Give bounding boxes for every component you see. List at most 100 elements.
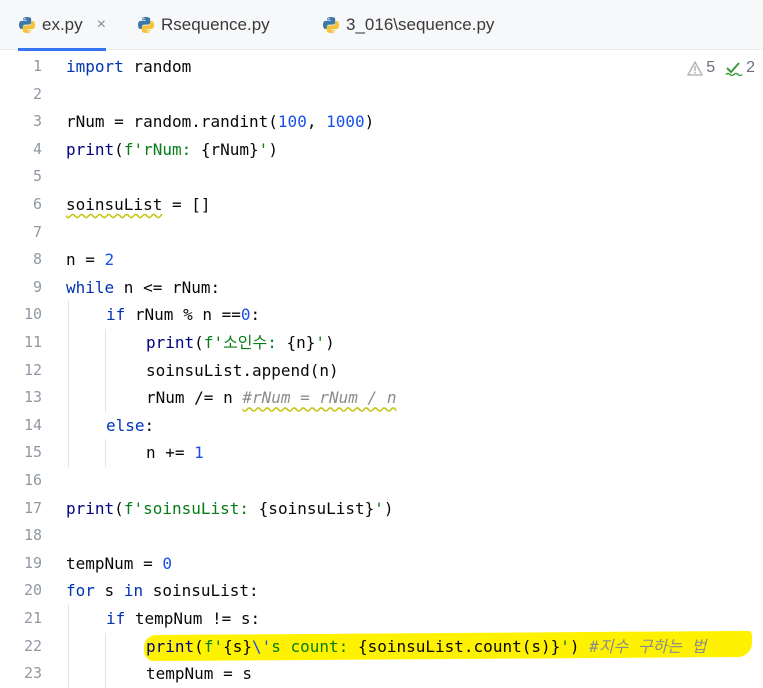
code-token: #지수 구하는 법 bbox=[589, 636, 707, 656]
tab-label: Rsequence.py bbox=[161, 15, 270, 34]
code-token: for bbox=[66, 581, 95, 601]
indent-guide bbox=[105, 329, 106, 412]
code-token: rNum = random.randint( bbox=[66, 112, 278, 132]
code-token: rNum % n == bbox=[125, 305, 241, 325]
code-token: print bbox=[146, 636, 195, 656]
line-number: 6 bbox=[32, 195, 42, 213]
code-line[interactable]: rNum = random.randint(100, 1000) bbox=[66, 108, 374, 136]
line-number-gutter: 1 2 3 4 5 6 7 8 9 10 11 12 13 14 15 16 17 18 19 20 21 22 23 bbox=[0, 51, 52, 682]
close-tab-icon[interactable]: × bbox=[97, 16, 106, 34]
tab-label: ex.py bbox=[42, 15, 83, 34]
code-token: ( bbox=[114, 139, 124, 159]
code-line[interactable]: import random bbox=[66, 53, 191, 81]
code-token: 2 bbox=[104, 250, 115, 270]
code-token: {rNum} bbox=[200, 139, 259, 159]
code-token: n = bbox=[66, 250, 105, 270]
line-number: 21 bbox=[23, 609, 42, 627]
code-token: soinsuList bbox=[66, 195, 163, 214]
python-icon bbox=[323, 17, 339, 33]
code-token: ' bbox=[258, 139, 269, 159]
code-token: in bbox=[123, 581, 144, 601]
line-number: 23 bbox=[23, 664, 42, 683]
code-token: else bbox=[106, 415, 145, 435]
line-number: 11 bbox=[23, 333, 42, 351]
line-number: 1 bbox=[32, 57, 42, 75]
code-token: {s} bbox=[223, 636, 252, 656]
code-token: tempNum = s bbox=[146, 664, 252, 684]
code-line[interactable]: rNum /= n #rNum = rNum / n bbox=[146, 384, 396, 412]
code-token: ' bbox=[315, 333, 326, 352]
code-token: n <= rNum: bbox=[114, 277, 221, 297]
code-token: : bbox=[144, 415, 155, 435]
code-token: ) bbox=[325, 333, 335, 352]
line-number: 22 bbox=[23, 636, 42, 655]
code-token: ) bbox=[268, 139, 278, 159]
code-token: f'soinsuList: bbox=[123, 498, 259, 518]
code-token: print bbox=[66, 139, 115, 159]
code-line[interactable]: tempNum = 0 bbox=[66, 550, 172, 578]
code-token: s count: bbox=[271, 636, 358, 656]
code-token: tempNum = bbox=[66, 553, 163, 573]
code-token: random bbox=[123, 57, 192, 76]
line-number: 18 bbox=[23, 526, 42, 545]
code-token: #rNum = rNum / n bbox=[242, 388, 397, 408]
line-number: 4 bbox=[32, 139, 42, 158]
code-token: {soinsuList} bbox=[258, 498, 375, 518]
code-token: {soinsuList.count(s)} bbox=[357, 636, 561, 656]
tab-label: 3_016\sequence.py bbox=[346, 15, 495, 34]
code-line[interactable]: else: bbox=[106, 412, 154, 440]
code-line[interactable]: print(f'rNum: {rNum}') bbox=[66, 136, 278, 164]
code-token: ) bbox=[569, 636, 590, 656]
code-token: f'소인수: bbox=[203, 333, 287, 352]
line-number: 20 bbox=[23, 581, 42, 600]
code-line[interactable]: if tempNum != s: bbox=[106, 605, 260, 633]
tab-rsequence-py[interactable]: Rsequence.py bbox=[137, 0, 270, 50]
code-token: s bbox=[94, 581, 124, 601]
line-number: 8 bbox=[32, 250, 42, 269]
code-line[interactable]: soinsuList.append(n) bbox=[146, 357, 339, 385]
code-token: 1000 bbox=[326, 112, 365, 132]
line-number: 17 bbox=[23, 498, 42, 517]
code-line[interactable]: n = 2 bbox=[66, 246, 114, 274]
code-token: 0 bbox=[162, 553, 172, 573]
line-number: 9 bbox=[32, 277, 42, 296]
code-token: rNum /= n bbox=[146, 388, 243, 408]
code-token: \' bbox=[251, 636, 272, 656]
code-token: ) bbox=[364, 112, 375, 132]
code-token: 100 bbox=[277, 112, 307, 132]
line-number: 5 bbox=[32, 167, 42, 186]
code-token: ' bbox=[560, 636, 570, 656]
code-editor[interactable]: import random rNum = random.randint(100, … bbox=[66, 51, 763, 688]
code-line[interactable]: soinsuList = [] bbox=[66, 191, 211, 219]
code-token: tempNum != s: bbox=[125, 609, 261, 628]
code-token: print bbox=[146, 333, 195, 352]
code-line[interactable]: print(f'소인수: {n}') bbox=[146, 329, 335, 357]
code-token: ' bbox=[374, 498, 384, 518]
code-token: f'rNum: bbox=[123, 139, 201, 159]
code-token: print bbox=[66, 498, 115, 518]
line-number: 14 bbox=[23, 415, 42, 434]
code-line[interactable]: if rNum % n ==0: bbox=[106, 301, 260, 329]
tab-ex-py[interactable]: ex.py × bbox=[18, 0, 106, 51]
code-token: if bbox=[106, 305, 126, 325]
tab-3-016-sequence-py[interactable]: 3_016\sequence.py bbox=[322, 0, 494, 50]
line-number: 12 bbox=[23, 360, 42, 379]
line-number: 7 bbox=[32, 222, 42, 241]
code-token: n += bbox=[146, 443, 195, 463]
code-token: 1 bbox=[194, 443, 204, 463]
line-number: 3 bbox=[32, 112, 42, 131]
indent-guide bbox=[68, 301, 69, 467]
code-line[interactable]: print(f'{s}\'s count: {soinsuList.count(… bbox=[146, 633, 706, 661]
code-token: soinsuList: bbox=[143, 581, 259, 601]
code-line[interactable]: print(f'soinsuList: {soinsuList}') bbox=[66, 495, 394, 523]
code-line[interactable]: while n <= rNum: bbox=[66, 274, 220, 302]
python-icon bbox=[19, 17, 35, 33]
line-number: 16 bbox=[23, 471, 42, 489]
code-line[interactable]: n += 1 bbox=[146, 439, 204, 467]
editor-tab-bar: ex.py × Rsequence.py 3_016\sequence.py bbox=[0, 0, 763, 51]
code-token: if bbox=[106, 609, 126, 628]
code-line[interactable]: for s in soinsuList: bbox=[66, 577, 259, 605]
code-token: while bbox=[66, 277, 115, 297]
code-token: {n} bbox=[286, 333, 316, 352]
code-line[interactable]: tempNum = s bbox=[146, 660, 252, 688]
